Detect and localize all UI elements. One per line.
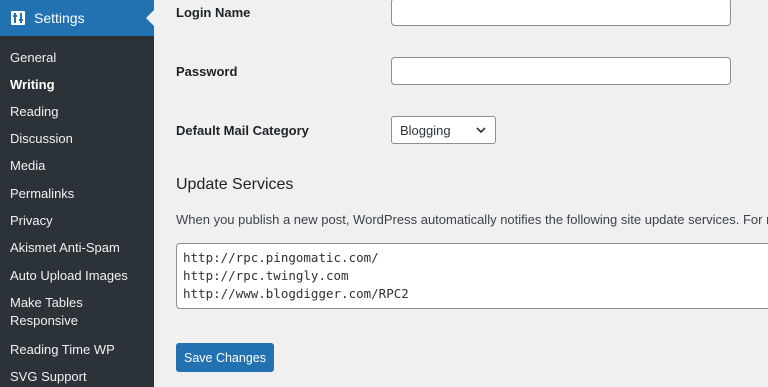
submenu-item-permalinks[interactable]: Permalinks: [10, 185, 74, 203]
service-url: http://www.blogdigger.com/RPC2: [183, 286, 409, 301]
sidebar-header-label: Settings: [34, 10, 85, 26]
settings-sliders-icon: [10, 10, 26, 26]
submenu-item-auto-upload-images[interactable]: Auto Upload Images: [10, 267, 128, 285]
service-url: http://rpc.pingomatic.com/: [183, 250, 379, 265]
submenu-item-make-tables-line2[interactable]: Responsive: [10, 312, 78, 330]
mail-category-select[interactable]: Blogging: [391, 116, 496, 144]
password-label: Password: [176, 64, 238, 79]
submenu-item-media[interactable]: Media: [10, 157, 45, 175]
submenu-item-writing[interactable]: Writing: [10, 76, 55, 94]
login-name-label: Login Name: [176, 5, 251, 20]
submenu-item-make-tables[interactable]: Make Tables: [10, 294, 83, 312]
save-changes-button[interactable]: Save Changes: [176, 343, 274, 372]
mail-category-label: Default Mail Category: [176, 123, 309, 138]
submenu-item-reading[interactable]: Reading: [10, 103, 58, 121]
submenu-item-discussion[interactable]: Discussion: [10, 130, 73, 148]
update-services-description: When you publish a new post, WordPress a…: [176, 212, 768, 227]
service-url: http://rpc.twingly.com: [183, 268, 349, 283]
update-services-textarea[interactable]: http://rpc.pingomatic.com/ http://rpc.tw…: [176, 243, 768, 309]
mail-category-value: Blogging: [400, 122, 451, 138]
submenu-item-reading-time-wp[interactable]: Reading Time WP: [10, 341, 115, 359]
password-input[interactable]: [391, 57, 731, 85]
settings-main: Login Name Password Default Mail Categor…: [154, 0, 768, 387]
submenu-item-general[interactable]: General: [10, 49, 56, 67]
chevron-down-icon: [475, 124, 487, 136]
settings-submenu: General Writing Reading Discussion Media…: [0, 36, 154, 387]
submenu-item-svg-support[interactable]: SVG Support: [10, 368, 87, 386]
current-menu-arrow: [146, 10, 154, 26]
sidebar-item-settings[interactable]: Settings: [0, 0, 154, 36]
submenu-item-privacy[interactable]: Privacy: [10, 212, 53, 230]
update-services-title: Update Services: [176, 176, 294, 193]
submenu-item-akismet[interactable]: Akismet Anti-Spam: [10, 239, 120, 257]
admin-sidebar: Settings General Writing Reading Discuss…: [0, 0, 154, 387]
login-name-input[interactable]: [391, 0, 731, 26]
